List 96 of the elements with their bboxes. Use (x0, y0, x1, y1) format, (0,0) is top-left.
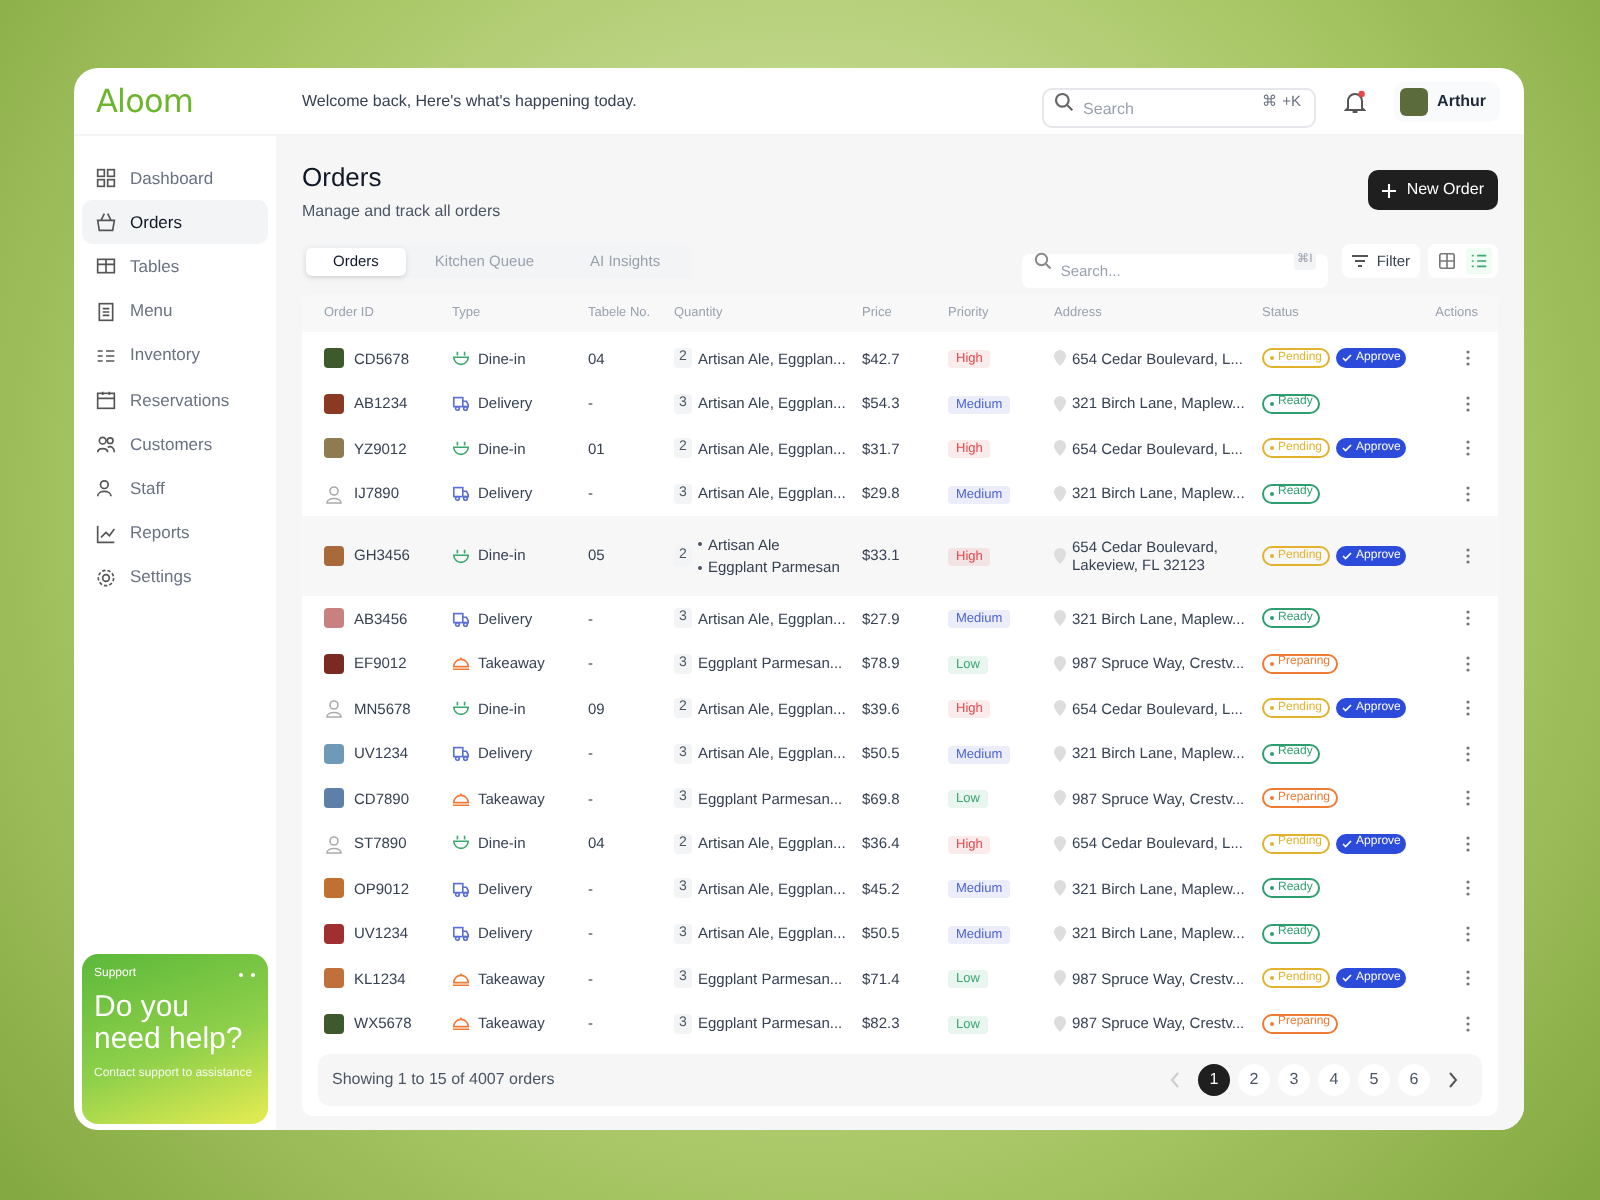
truck-icon (452, 924, 470, 943)
location-pin-icon (1054, 745, 1066, 762)
check-icon (1342, 974, 1353, 983)
sidebar-item[interactable]: Staff (82, 466, 268, 511)
welcome-text: Welcome back, Here's what's happening today. (302, 89, 639, 113)
sidebar-item[interactable]: Inventory (82, 333, 268, 378)
location-pin-icon (1054, 925, 1066, 942)
settings-icon (96, 567, 116, 588)
location-pin-icon (1054, 440, 1066, 457)
location-pin-icon (1054, 350, 1066, 367)
avatar-photo-placeholder (324, 438, 344, 459)
page-button[interactable]: 6 (1398, 1064, 1430, 1096)
location-pin-icon (1054, 548, 1066, 564)
cloche-icon (452, 789, 470, 808)
grid-icon (96, 168, 116, 188)
logo: Aloom (96, 79, 194, 123)
cloche-icon (452, 654, 470, 673)
notification-bell-icon[interactable] (1343, 89, 1366, 113)
avatar-photo-placeholder (324, 788, 344, 809)
bowl-icon (452, 834, 470, 853)
list-icon (96, 345, 116, 366)
check-icon (1342, 704, 1353, 713)
truck-icon (452, 879, 470, 898)
basket-icon (96, 212, 116, 233)
pagination-summary: Showing 1 to 15 of 4007 orders (332, 1068, 557, 1092)
check-icon (1342, 354, 1353, 363)
support-title: Do you need help? (94, 992, 245, 1056)
truck-icon (452, 394, 470, 413)
avatar-photo-placeholder (324, 1013, 344, 1034)
bowl-icon (452, 699, 470, 718)
location-pin-icon (1054, 790, 1066, 807)
user-icon (96, 478, 116, 499)
avatar-photo-placeholder (324, 393, 344, 414)
page-button[interactable]: 5 (1358, 1064, 1390, 1096)
avatar-photo-placeholder (324, 923, 344, 944)
location-pin-icon (1054, 485, 1066, 502)
avatar-photo-placeholder (324, 546, 344, 566)
avatar-photo-placeholder (324, 608, 344, 629)
cloche-icon (452, 969, 470, 988)
page-button[interactable]: 3 (1278, 1064, 1310, 1096)
location-pin-icon (1054, 835, 1066, 852)
person-icon (324, 483, 344, 504)
new-order-button[interactable]: New Order (1368, 170, 1498, 210)
sidebar-item[interactable]: Menu (82, 289, 268, 334)
calendar-icon (96, 389, 116, 410)
location-pin-icon (1054, 700, 1066, 717)
sidebar-item[interactable]: Orders (82, 200, 268, 245)
avatar-photo-placeholder (324, 968, 344, 989)
page-title: Orders (302, 160, 384, 196)
person-icon (324, 833, 344, 854)
dots-icon (238, 972, 256, 978)
page-subtitle: Manage and track all orders (302, 200, 501, 224)
location-pin-icon (1054, 1015, 1066, 1032)
truck-icon (452, 609, 470, 628)
check-icon (1342, 839, 1353, 848)
location-pin-icon (1054, 655, 1066, 672)
plus-icon (1382, 183, 1397, 197)
table-icon (96, 256, 116, 277)
sidebar-item[interactable]: Tables (82, 244, 268, 289)
sidebar-item[interactable]: Reports (82, 511, 268, 555)
avatar-photo-placeholder (324, 743, 344, 764)
person-icon (324, 698, 344, 719)
users-icon (96, 434, 116, 455)
menu-card-icon (96, 301, 116, 322)
avatar-photo-placeholder (324, 878, 344, 899)
page-button[interactable]: 2 (1238, 1064, 1270, 1096)
check-icon (1342, 444, 1353, 453)
chevron-left-icon (1170, 1072, 1180, 1088)
bowl-icon (452, 349, 470, 368)
truck-icon (452, 484, 470, 503)
chevron-right-icon (1448, 1072, 1458, 1088)
user-menu[interactable]: Arthur (1393, 81, 1500, 121)
location-pin-icon (1054, 970, 1066, 987)
search-icon (1053, 91, 1074, 111)
search-icon (1034, 252, 1053, 270)
location-pin-icon (1054, 880, 1066, 897)
avatar-photo-placeholder (324, 653, 344, 674)
location-pin-icon (1054, 395, 1066, 412)
grid-view-icon[interactable] (1434, 248, 1460, 274)
chart-icon (96, 523, 116, 543)
avatar-photo-placeholder (324, 348, 344, 369)
sidebar-item[interactable]: Reservations (82, 377, 268, 422)
location-pin-icon (1054, 610, 1066, 627)
cloche-icon (452, 1014, 470, 1033)
sidebar-item[interactable]: Settings (82, 555, 268, 600)
list-view-icon[interactable] (1466, 248, 1492, 274)
bowl-icon (452, 439, 470, 458)
truck-icon (452, 744, 470, 763)
page-button[interactable]: 1 (1198, 1064, 1230, 1096)
filter-icon (1352, 254, 1369, 268)
sidebar-item[interactable]: Dashboard (82, 156, 268, 200)
sidebar-item[interactable]: Customers (82, 422, 268, 467)
avatar-photo-placeholder (1399, 87, 1428, 115)
check-icon (1342, 552, 1353, 560)
bowl-icon (452, 547, 470, 565)
page-button[interactable]: 4 (1318, 1064, 1350, 1096)
